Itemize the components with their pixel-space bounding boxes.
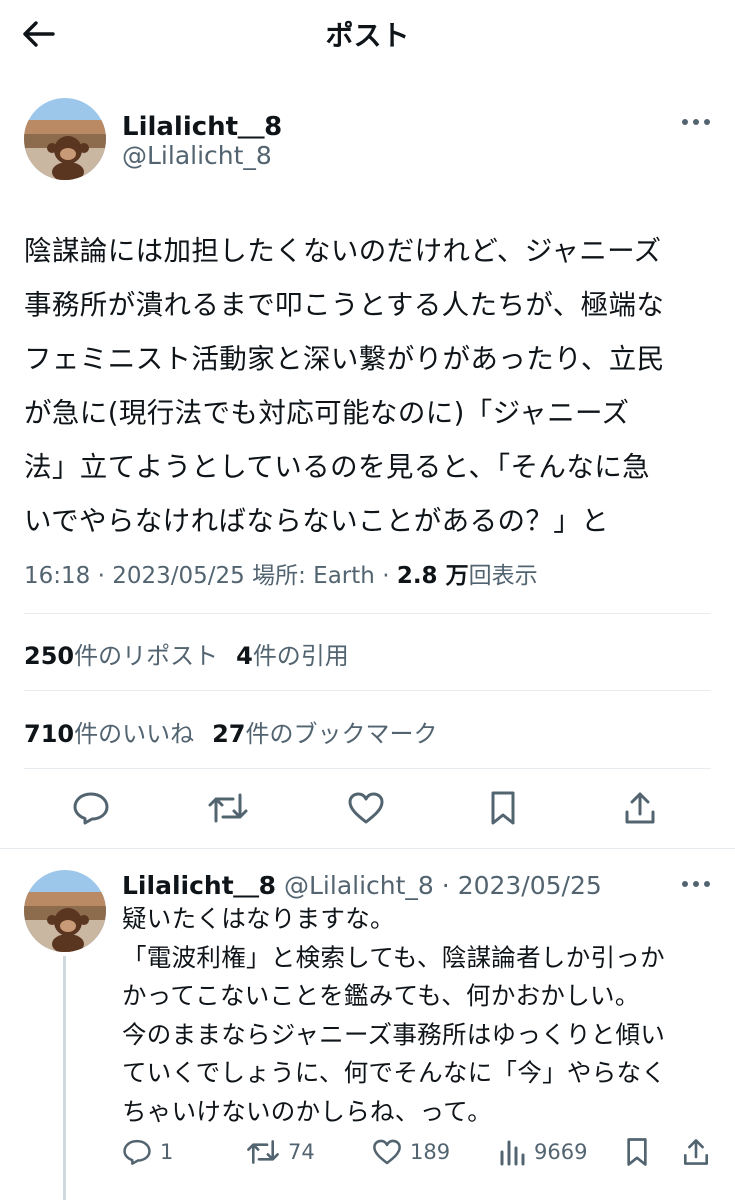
reply-author-name[interactable]: Lilalicht＿8 [122, 871, 276, 900]
repost-icon [208, 793, 248, 823]
reply-bookmark-button[interactable] [624, 1132, 650, 1172]
share-icon [625, 792, 655, 824]
reply-author-handle[interactable]: @Lilalicht_8 [284, 871, 434, 900]
page-title: ポスト [325, 19, 410, 52]
post-date[interactable]: 2023/05/25 [112, 563, 245, 589]
like-count: 189 [410, 1140, 451, 1164]
repost-stats: 250件のリポスト 4件の引用 [24, 636, 349, 671]
bookmarks-link[interactable]: 27件のブックマーク [212, 720, 437, 748]
repost-count: 74 [288, 1140, 315, 1164]
view-count-label: 回表示 [468, 563, 538, 589]
share-icon [683, 1139, 709, 1165]
reply-count: 1 [160, 1140, 174, 1164]
reply-text: 疑いたくはなりますな。 「電波利権」と検索しても、陰謀論者しか引っか かってこな… [122, 904, 667, 1126]
like-button[interactable] [344, 786, 388, 830]
bookmark-icon [627, 1138, 647, 1166]
reply-reply-button[interactable]: 1 [122, 1132, 173, 1172]
reply-button[interactable] [69, 786, 113, 830]
like-icon [348, 792, 384, 824]
repost-button[interactable] [206, 786, 250, 830]
top-bar: ポスト [0, 0, 735, 66]
reply-more-button[interactable] [679, 874, 713, 894]
post-location: 場所: Earth [252, 563, 375, 589]
views-count: 9669 [534, 1140, 588, 1164]
view-count: 2.8 万 [396, 563, 469, 589]
reply-date[interactable]: 2023/05/25 [458, 871, 602, 900]
more-icon [682, 119, 710, 125]
divider [24, 768, 711, 769]
reply-avatar[interactable] [24, 870, 106, 952]
author-handle[interactable]: @Lilalicht_8 [122, 141, 272, 170]
post-time[interactable]: 16:18 [24, 563, 90, 589]
more-icon [682, 881, 710, 887]
bookmark-button[interactable] [481, 786, 525, 830]
reply-icon [73, 792, 109, 825]
like-icon [373, 1139, 401, 1165]
reply-repost-button[interactable]: 74 [246, 1132, 315, 1172]
bookmark-icon [491, 791, 515, 825]
reply-like-button[interactable]: 189 [372, 1132, 450, 1172]
divider [24, 690, 711, 691]
thread-line [63, 956, 66, 1200]
divider [0, 848, 735, 849]
divider [24, 613, 711, 614]
quotes-link[interactable]: 4件の引用 [236, 642, 349, 670]
author-name[interactable]: Lilalicht＿8 [122, 106, 282, 143]
share-button[interactable] [618, 786, 662, 830]
post-text: 陰謀論には加担したくないのだけれど、ジャニーズ 事務所が潰れるまで叩こうとする人… [24, 235, 665, 537]
avatar[interactable] [24, 98, 106, 180]
views-icon [500, 1140, 525, 1166]
reposts-link[interactable]: 250件のリポスト [24, 642, 218, 670]
post-meta: 16:18 · 2023/05/25 場所: Earth · 2.8 万回表示 [24, 563, 538, 589]
likes-link[interactable]: 710件のいいね [24, 720, 194, 748]
reply-views-button[interactable]: 9669 [498, 1132, 587, 1172]
more-button[interactable] [679, 112, 713, 132]
reply-header: Lilalicht＿8 @Lilalicht_8 · 2023/05/25 [122, 871, 602, 900]
like-stats: 710件のいいね 27件のブックマーク [24, 714, 438, 749]
reply-share-button[interactable] [682, 1132, 710, 1172]
reply-icon [123, 1139, 151, 1165]
repost-icon [247, 1140, 279, 1164]
